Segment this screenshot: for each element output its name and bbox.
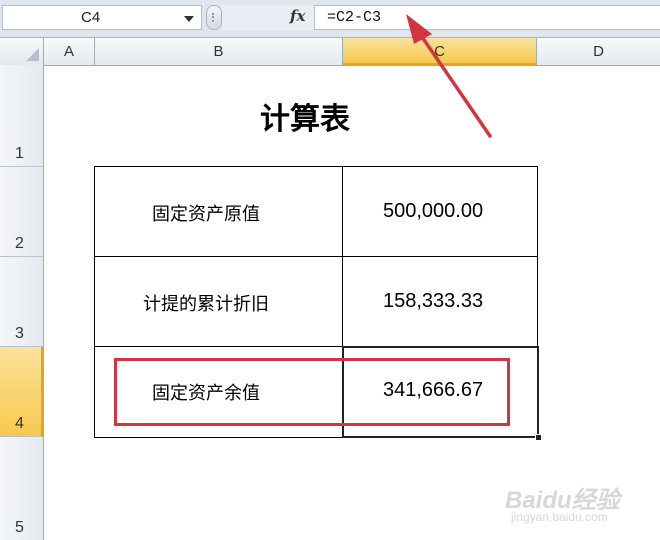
column-header-b[interactable]: B: [95, 38, 343, 65]
formula-bar: C4 fx =C2-C3: [0, 0, 660, 38]
row-header-column: 1 2 3 4 5: [0, 65, 44, 540]
select-all-corner[interactable]: [0, 38, 44, 65]
row-number: 1: [15, 145, 24, 162]
table-label: 计提的累计折旧: [143, 294, 269, 315]
row-header-1[interactable]: 1: [0, 65, 43, 167]
column-header-row: A B C D: [0, 38, 660, 66]
name-box-value: C4: [81, 9, 101, 26]
formula-text: =C2-C3: [327, 9, 382, 26]
watermark-url: jingyan.baidu.com: [511, 510, 608, 524]
fx-icon[interactable]: fx: [290, 7, 305, 25]
row-number: 4: [15, 415, 24, 432]
table-value: 158,333.33: [383, 290, 484, 312]
chevron-down-icon[interactable]: [184, 16, 194, 22]
column-header-c[interactable]: C: [343, 38, 537, 65]
row-header-4[interactable]: 4: [0, 347, 43, 437]
row-number: 3: [15, 325, 24, 342]
row-number: 2: [15, 235, 24, 252]
formula-input[interactable]: =C2-C3: [314, 5, 660, 30]
row-number: 5: [15, 519, 24, 536]
formula-bar-resize-handle[interactable]: [206, 5, 222, 30]
insert-function-area: fx: [222, 5, 314, 30]
table-label: 固定资产原值: [152, 204, 260, 225]
row-header-3[interactable]: 3: [0, 257, 43, 347]
column-header-a[interactable]: A: [44, 38, 95, 65]
row-header-5[interactable]: 5: [0, 437, 43, 540]
table-value: 500,000.00: [383, 200, 484, 222]
watermark: Baidu经验 jingyan.baidu.com: [505, 480, 620, 524]
row-header-2[interactable]: 2: [0, 167, 43, 257]
select-all-icon: [26, 48, 39, 61]
name-box[interactable]: C4: [2, 5, 202, 30]
annotation-highlight-box: [114, 358, 510, 426]
sheet-title[interactable]: 计算表: [260, 94, 350, 138]
column-header-d[interactable]: D: [537, 38, 660, 65]
fill-handle[interactable]: [535, 434, 542, 441]
